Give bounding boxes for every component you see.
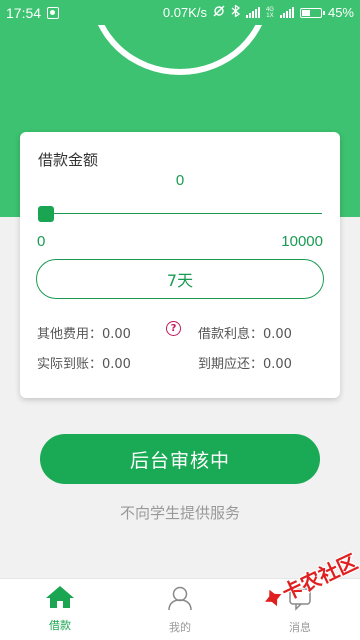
status-time: 17:54 <box>6 4 42 21</box>
battery-percent: 45% <box>327 5 354 20</box>
loan-term-button[interactable]: 7天 <box>36 259 324 299</box>
watermark-text: 卡农社区 <box>278 549 360 606</box>
review-status-button[interactable]: 后台审核中 <box>40 434 320 484</box>
nav-label-mine: 我的 <box>169 621 191 634</box>
bluetooth-icon <box>231 4 241 20</box>
slider-track[interactable] <box>38 213 322 214</box>
due-repayment: 到期应还：0.00 <box>198 357 292 372</box>
header-circle-decoration <box>90 25 270 75</box>
network-type-label: 4G <box>265 6 274 13</box>
network-speed: 0.07K/s <box>162 5 207 20</box>
nav-item-mine[interactable]: 我的 <box>120 579 240 640</box>
loan-interest: 借款利息：0.00 <box>198 327 292 342</box>
nav-label-loan: 借款 <box>49 619 71 632</box>
amount-label: 借款金额 <box>38 151 99 169</box>
notification-icon <box>47 6 60 19</box>
no-alarm-icon <box>213 5 225 20</box>
network-type: 4G 1X <box>266 7 274 19</box>
signal-icon <box>245 7 260 18</box>
amount-value: 0 <box>175 172 185 189</box>
help-icon[interactable]: ? <box>166 321 181 336</box>
home-icon <box>45 585 75 613</box>
status-right: 0.07K/s 4G 1X 45% <box>162 4 354 20</box>
status-bar: 17:54 0.07K/s 4G 1X 45% <box>0 0 360 25</box>
actual-received: 实际到账：0.00 <box>37 357 131 372</box>
user-icon <box>167 585 193 615</box>
network-sub-label: 1X <box>266 12 274 19</box>
slider-thumb[interactable] <box>38 206 54 222</box>
slider-min-label: 0 <box>37 233 46 250</box>
nav-item-loan[interactable]: 借款 <box>0 579 120 640</box>
battery-fill <box>301 9 310 16</box>
student-notice: 不向学生提供服务 <box>119 504 240 522</box>
signal-icon-secondary <box>279 7 294 18</box>
battery-icon <box>299 7 325 18</box>
amount-slider[interactable] <box>38 206 322 222</box>
loan-card: 借款金额 0 0 10000 7天 其他费用：0.00 ? 借款利息：0.00 … <box>20 132 340 398</box>
other-fees: 其他费用：0.00 <box>37 327 131 342</box>
slider-max-label: 10000 <box>281 233 323 250</box>
